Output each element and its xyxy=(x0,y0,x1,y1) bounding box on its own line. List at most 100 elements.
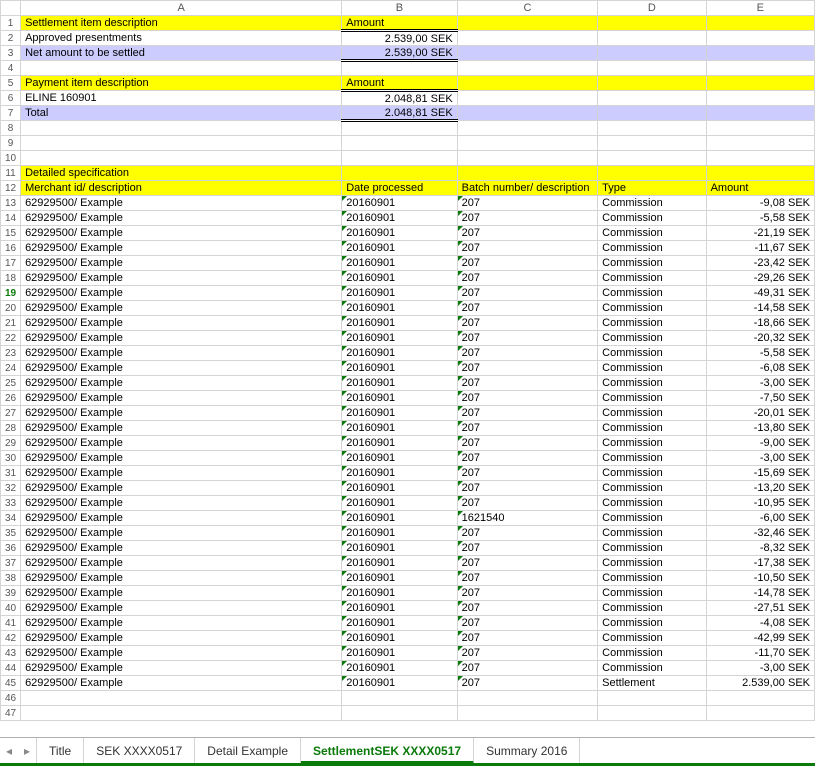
cell[interactable]: 62929500/ Example xyxy=(21,301,342,316)
cell[interactable]: 207 xyxy=(457,406,598,421)
cell[interactable]: 20160901 xyxy=(342,541,457,556)
cell[interactable]: 207 xyxy=(457,316,598,331)
sheet-tab[interactable]: Title xyxy=(36,738,84,764)
cell[interactable]: 62929500/ Example xyxy=(21,496,342,511)
cell[interactable] xyxy=(342,61,457,76)
cell[interactable]: Commission xyxy=(598,346,706,361)
cell[interactable] xyxy=(342,691,457,706)
cell[interactable]: 207 xyxy=(457,586,598,601)
cell[interactable]: 207 xyxy=(457,346,598,361)
cell[interactable] xyxy=(457,691,598,706)
row-header[interactable]: 45 xyxy=(1,676,21,691)
cell[interactable]: 20160901 xyxy=(342,316,457,331)
row-header[interactable]: 27 xyxy=(1,406,21,421)
cell[interactable]: 1621540 xyxy=(457,511,598,526)
cell[interactable]: 207 xyxy=(457,226,598,241)
cell[interactable] xyxy=(457,61,598,76)
cell[interactable]: ELINE 160901 xyxy=(21,91,342,106)
cell[interactable]: 62929500/ Example xyxy=(21,346,342,361)
cell[interactable]: 62929500/ Example xyxy=(21,361,342,376)
row-header[interactable]: 17 xyxy=(1,256,21,271)
cell[interactable]: 20160901 xyxy=(342,526,457,541)
cell[interactable]: 62929500/ Example xyxy=(21,631,342,646)
cell[interactable]: 20160901 xyxy=(342,346,457,361)
cell[interactable]: 20160901 xyxy=(342,661,457,676)
row-header[interactable]: 23 xyxy=(1,346,21,361)
cell[interactable] xyxy=(342,136,457,151)
row-header[interactable]: 12 xyxy=(1,181,21,196)
row-header[interactable]: 9 xyxy=(1,136,21,151)
cell[interactable]: Commission xyxy=(598,301,706,316)
col-header-A[interactable]: A xyxy=(21,1,342,16)
cell[interactable] xyxy=(21,121,342,136)
cell[interactable] xyxy=(21,151,342,166)
cell[interactable]: Commission xyxy=(598,631,706,646)
cell[interactable]: Commission xyxy=(598,286,706,301)
cell[interactable]: -9,00 SEK xyxy=(706,436,814,451)
cell[interactable]: Batch number/ description xyxy=(457,181,598,196)
cell[interactable]: Commission xyxy=(598,196,706,211)
row-header[interactable]: 21 xyxy=(1,316,21,331)
cell[interactable] xyxy=(706,16,814,31)
col-header-B[interactable]: B xyxy=(342,1,457,16)
row-header[interactable]: 14 xyxy=(1,211,21,226)
cell[interactable] xyxy=(598,16,706,31)
cell[interactable]: -14,78 SEK xyxy=(706,586,814,601)
cell[interactable]: 207 xyxy=(457,646,598,661)
row-header[interactable]: 31 xyxy=(1,466,21,481)
cell[interactable]: -10,95 SEK xyxy=(706,496,814,511)
cell[interactable]: 207 xyxy=(457,301,598,316)
cell[interactable]: 207 xyxy=(457,421,598,436)
cell[interactable] xyxy=(457,76,598,91)
cell[interactable]: Commission xyxy=(598,406,706,421)
cell[interactable]: -6,08 SEK xyxy=(706,361,814,376)
row-header[interactable]: 7 xyxy=(1,106,21,121)
cell[interactable] xyxy=(706,166,814,181)
col-header-D[interactable]: D xyxy=(598,1,706,16)
cell[interactable]: 20160901 xyxy=(342,286,457,301)
cell[interactable]: Commission xyxy=(598,211,706,226)
cell[interactable] xyxy=(706,106,814,121)
cell[interactable]: -4,08 SEK xyxy=(706,616,814,631)
cell[interactable]: 2.048,81 SEK xyxy=(342,106,457,121)
cell[interactable]: 207 xyxy=(457,526,598,541)
spreadsheet-grid[interactable]: A B C D E 1Settlement item descriptionAm… xyxy=(0,0,815,737)
cell[interactable]: Commission xyxy=(598,556,706,571)
cell[interactable]: 20160901 xyxy=(342,631,457,646)
cell[interactable]: 20160901 xyxy=(342,331,457,346)
cell[interactable] xyxy=(457,31,598,46)
cell[interactable]: 62929500/ Example xyxy=(21,586,342,601)
cell[interactable]: Commission xyxy=(598,271,706,286)
cell[interactable]: 62929500/ Example xyxy=(21,466,342,481)
cell[interactable] xyxy=(598,61,706,76)
cell[interactable]: Type xyxy=(598,181,706,196)
cell[interactable]: 2.539,00 SEK xyxy=(706,676,814,691)
cell[interactable]: 20160901 xyxy=(342,556,457,571)
cell[interactable]: 62929500/ Example xyxy=(21,391,342,406)
cell[interactable]: Net amount to be settled xyxy=(21,46,342,61)
cell[interactable]: 62929500/ Example xyxy=(21,406,342,421)
cell[interactable]: -32,46 SEK xyxy=(706,526,814,541)
cell[interactable]: -5,58 SEK xyxy=(706,346,814,361)
cell[interactable] xyxy=(342,166,457,181)
cell[interactable]: 207 xyxy=(457,496,598,511)
cell[interactable]: Settlement xyxy=(598,676,706,691)
row-header[interactable]: 44 xyxy=(1,661,21,676)
cell[interactable]: 62929500/ Example xyxy=(21,331,342,346)
cell[interactable]: -3,00 SEK xyxy=(706,451,814,466)
cell[interactable]: Commission xyxy=(598,616,706,631)
cell[interactable]: 62929500/ Example xyxy=(21,196,342,211)
cell[interactable] xyxy=(598,706,706,721)
row-header[interactable]: 43 xyxy=(1,646,21,661)
cell[interactable]: 62929500/ Example xyxy=(21,271,342,286)
row-header[interactable]: 40 xyxy=(1,601,21,616)
cell[interactable]: 62929500/ Example xyxy=(21,316,342,331)
cell[interactable]: 62929500/ Example xyxy=(21,556,342,571)
cell[interactable] xyxy=(21,61,342,76)
cell[interactable]: 20160901 xyxy=(342,196,457,211)
cell[interactable]: -7,50 SEK xyxy=(706,391,814,406)
cell[interactable]: 62929500/ Example xyxy=(21,541,342,556)
cell[interactable]: 2.048,81 SEK xyxy=(342,91,457,106)
cell[interactable]: 207 xyxy=(457,376,598,391)
cell[interactable]: 20160901 xyxy=(342,376,457,391)
